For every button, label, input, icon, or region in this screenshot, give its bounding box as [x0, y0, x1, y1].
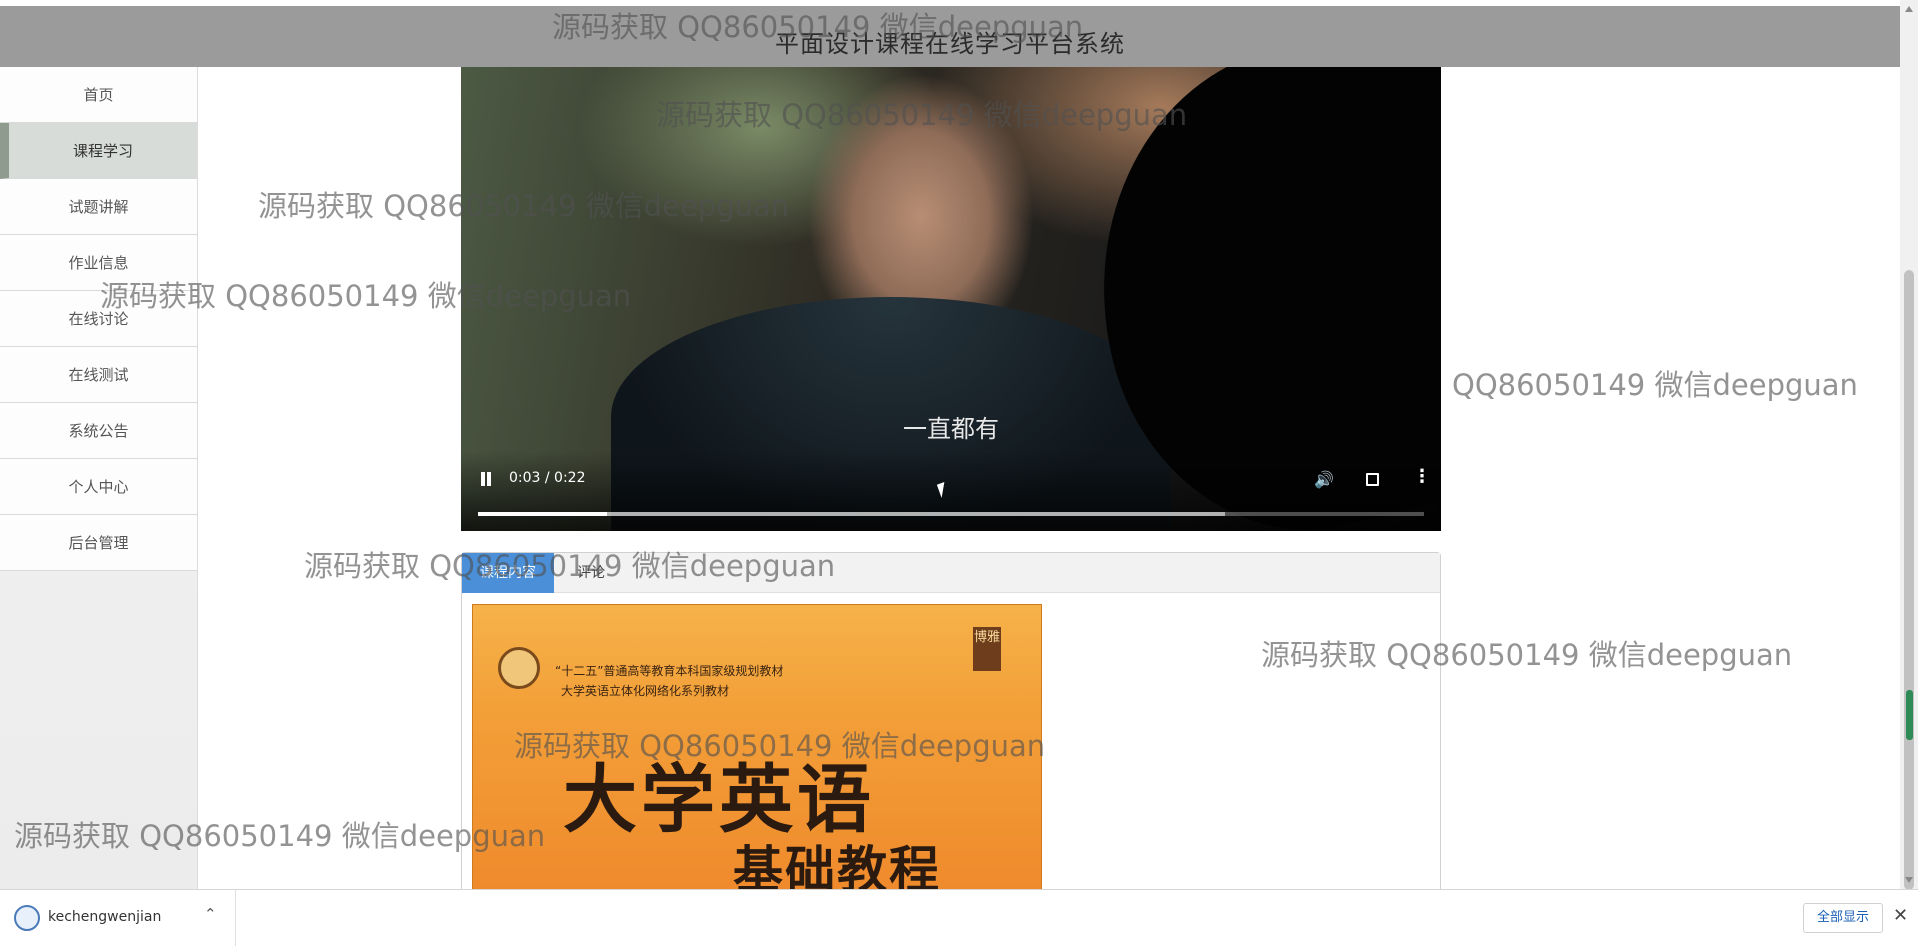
scroll-down-icon[interactable] — [1905, 877, 1913, 883]
video-subtitle: 一直都有 — [903, 415, 999, 443]
nav-item-admin[interactable]: 后台管理 — [0, 515, 197, 571]
chevron-up-icon[interactable]: ⌃ — [204, 905, 217, 923]
tab-comments[interactable]: 评论 — [559, 553, 623, 593]
download-file-name: kechengwenjian — [48, 909, 162, 925]
course-content-panel: 课程内容 评论 “十二五”普通高等教育本科国家级规划教材 大学英语立体化网络化系… — [461, 552, 1441, 893]
more-icon[interactable]: ⋮ — [1413, 468, 1431, 486]
book-series-subline: 大学英语立体化网络化系列教材 — [561, 684, 730, 698]
nav-item-exam-explanation[interactable]: 试题讲解 — [0, 179, 197, 235]
publisher-seal-icon — [498, 647, 540, 689]
volume-icon[interactable]: 🔊 — [1314, 470, 1334, 489]
pause-icon[interactable] — [479, 472, 493, 486]
video-progress-fill — [478, 512, 607, 516]
nav-item-personal-center[interactable]: 个人中心 — [0, 459, 197, 515]
nav-item-homework[interactable]: 作业信息 — [0, 235, 197, 291]
tab-bar: 课程内容 评论 — [462, 553, 1440, 593]
nav-item-discussion[interactable]: 在线讨论 — [0, 291, 197, 347]
video-controls: 0:03 / 0:22 🔊 ⋮ — [461, 451, 1441, 531]
show-all-downloads-button[interactable]: 全部显示 — [1803, 903, 1883, 933]
video-time: 0:03 / 0:22 — [509, 470, 586, 486]
scroll-up-icon[interactable] — [1905, 6, 1913, 12]
sidebar-nav: 首页 课程学习 试题讲解 作业信息 在线讨论 在线测试 系统公告 个人中心 后台… — [0, 67, 198, 889]
book-series-line: “十二五”普通高等教育本科国家级规划教材 — [555, 664, 784, 678]
publisher-badge: 博雅 — [973, 627, 1001, 671]
book-subtitle: 基础教程 — [733, 841, 941, 893]
tab-course-content[interactable]: 课程内容 — [462, 553, 554, 593]
page-scrollbar[interactable] — [1900, 0, 1918, 890]
nav-item-home[interactable]: 首页 — [0, 67, 197, 123]
video-player[interactable]: 一直都有 0:03 / 0:22 🔊 ⋮ — [461, 67, 1441, 531]
file-icon — [14, 905, 40, 931]
watermark-text: QQ86050149 微信deepguan — [1452, 368, 1858, 402]
scroll-thumb[interactable] — [1904, 270, 1914, 890]
download-bar: kechengwenjian ⌃ 全部显示 ✕ — [0, 889, 1918, 946]
video-progress-bar[interactable] — [478, 512, 1424, 516]
site-title: 平面设计课程在线学习平台系统 — [775, 30, 1125, 58]
site-header: 平面设计课程在线学习平台系统 — [0, 0, 1900, 67]
close-icon[interactable]: ✕ — [1893, 905, 1908, 926]
download-item[interactable]: kechengwenjian ⌃ — [0, 890, 236, 946]
nav-item-announcements[interactable]: 系统公告 — [0, 403, 197, 459]
nav-item-online-test[interactable]: 在线测试 — [0, 347, 197, 403]
fullscreen-icon[interactable] — [1366, 473, 1379, 486]
scroll-position-marker — [1906, 690, 1913, 740]
book-cover-image: “十二五”普通高等教育本科国家级规划教材 大学英语立体化网络化系列教材 博雅 大… — [472, 604, 1042, 893]
nav-item-course-study[interactable]: 课程学习 — [0, 123, 197, 179]
